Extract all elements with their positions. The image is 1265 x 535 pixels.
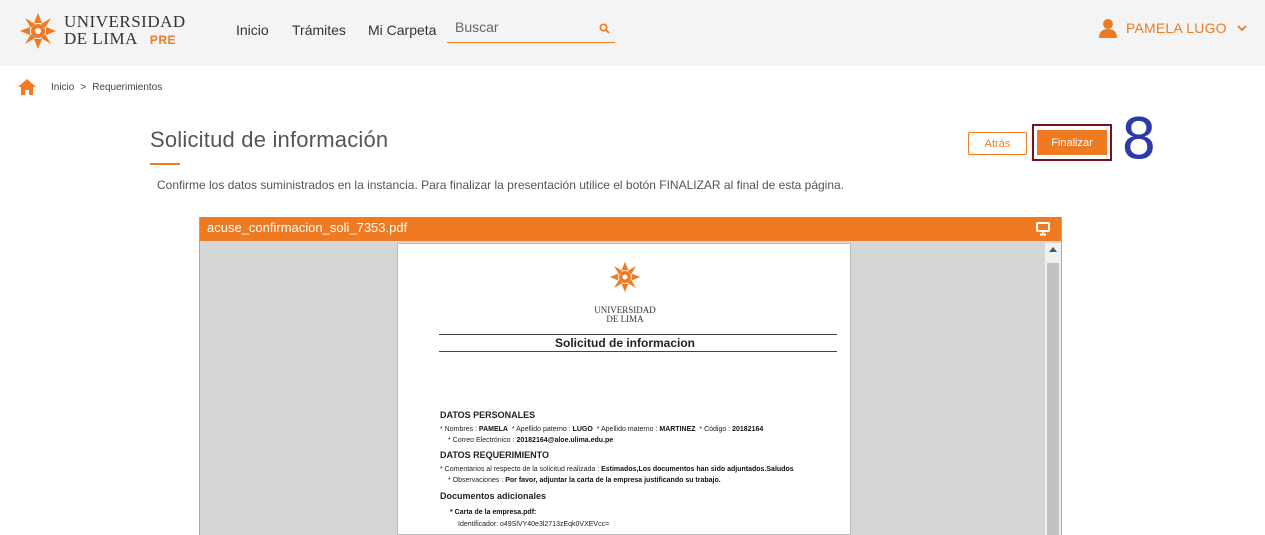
university-logo[interactable]: UNIVERSIDAD DE LIMA PRE (18, 11, 186, 51)
pdf-viewer: acuse_confirmacion_soli_7353.pdf UNIVERS… (199, 217, 1062, 535)
title-underline (150, 163, 180, 165)
finish-button[interactable]: Finalizar (1037, 130, 1107, 155)
doc-req-row1: * Comentarios al respecto de la solicitu… (440, 466, 794, 473)
doc-codigo-label: * Código : (699, 426, 731, 433)
doc-comentarios-label: * Comentarios al respecto de la solicitu… (440, 466, 600, 473)
breadcrumb-current: Requerimientos (92, 81, 163, 93)
top-navbar: UNIVERSIDAD DE LIMA PRE Inicio Trámites M… (0, 0, 1265, 66)
doc-materno-label: * Apellido materno : (596, 426, 658, 433)
pdf-viewer-header: acuse_confirmacion_soli_7353.pdf (200, 217, 1061, 241)
doc-correo-label: * Correo Electrónico : (448, 437, 515, 444)
page-logo-star-icon (609, 261, 641, 293)
nav-inicio[interactable]: Inicio (236, 22, 269, 38)
finish-highlight-frame: Finalizar (1032, 124, 1112, 161)
page-university-name: UNIVERSIDAD DE LIMA (398, 306, 852, 324)
doc-docs-heading: Documentos adicionales (440, 491, 547, 501)
brand-line2: DE LIMA (64, 29, 138, 48)
nav-mi-carpeta[interactable]: Mi Carpeta (368, 22, 436, 38)
doc-comentarios-value: Estimados,Los documentos han sido adjunt… (601, 466, 794, 473)
chevron-down-icon[interactable] (1237, 24, 1247, 32)
pdf-scrollbar[interactable] (1045, 243, 1061, 535)
brand-tag: PRE (149, 33, 177, 47)
brand-line1: UNIVERSIDAD (64, 12, 186, 31)
page-title: Solicitud de información (150, 127, 389, 152)
user-menu[interactable]: PAMELA LUGO (1098, 18, 1247, 38)
user-name: PAMELA LUGO (1126, 20, 1227, 36)
page-subtitle: Confirme los datos suministrados en la i… (157, 178, 845, 192)
scroll-up-icon[interactable] (1049, 247, 1057, 252)
doc-materno-value: MARTINEZ (659, 426, 696, 433)
doc-nombres-label: * Nombres : (440, 426, 477, 433)
breadcrumb: Inicio > Requerimientos (17, 78, 162, 96)
doc-nombres-value: PAMELA (478, 426, 508, 433)
breadcrumb-separator: > (80, 81, 87, 93)
monitor-icon[interactable] (1036, 222, 1050, 236)
home-icon[interactable] (17, 78, 37, 96)
page-rule-bottom (439, 351, 837, 352)
doc-file-id: Identificador: o49SlVY40e3l2713zEqk0VXEV… (458, 521, 610, 528)
doc-obs-label: * Observaciones : (448, 477, 504, 484)
doc-personal-heading: DATOS PERSONALES (440, 410, 536, 420)
doc-paterno-value: LUGO (572, 426, 593, 433)
user-icon (1099, 19, 1117, 38)
doc-personal-row2: * Correo Electrónico : 20182164@aloe.uli… (448, 437, 613, 444)
nav-tramites[interactable]: Trámites (292, 22, 346, 38)
pdf-page: UNIVERSIDAD DE LIMA Solicitud de informa… (397, 243, 851, 535)
back-button[interactable]: Atrás (968, 132, 1027, 155)
doc-req-heading: DATOS REQUERIMIENTO (440, 450, 550, 460)
doc-codigo-value: 20182164 (732, 426, 764, 433)
page-doc-title: Solicitud de informacion (554, 336, 695, 350)
doc-obs-value: Por favor, adjuntar la carta de la empre… (505, 477, 721, 484)
doc-correo-value: 20182164@aloe.ulima.edu.pe (516, 437, 614, 444)
doc-req-row2: * Observaciones : Por favor, adjuntar la… (448, 477, 721, 484)
search-box (447, 15, 615, 43)
search-icon[interactable] (599, 23, 610, 34)
breadcrumb-home[interactable]: Inicio (51, 82, 74, 93)
step-number: 8 (1121, 107, 1157, 172)
scrollbar-thumb[interactable] (1047, 263, 1059, 535)
doc-file-name: * Carta de la empresa.pdf: (450, 509, 537, 516)
doc-file-label: * Carta de la empresa.pdf: (450, 509, 536, 516)
doc-paterno-label: * Apellido paterno : (511, 426, 571, 433)
doc-personal-row1: * Nombres : PAMELA * Apellido paterno : … (440, 426, 763, 433)
search-input[interactable] (455, 19, 585, 35)
page-univ-line2: DE LIMA (606, 314, 644, 324)
pdf-filename: acuse_confirmacion_soli_7353.pdf (207, 220, 408, 235)
logo-star-icon (20, 13, 56, 49)
page-rule-top (439, 334, 837, 335)
